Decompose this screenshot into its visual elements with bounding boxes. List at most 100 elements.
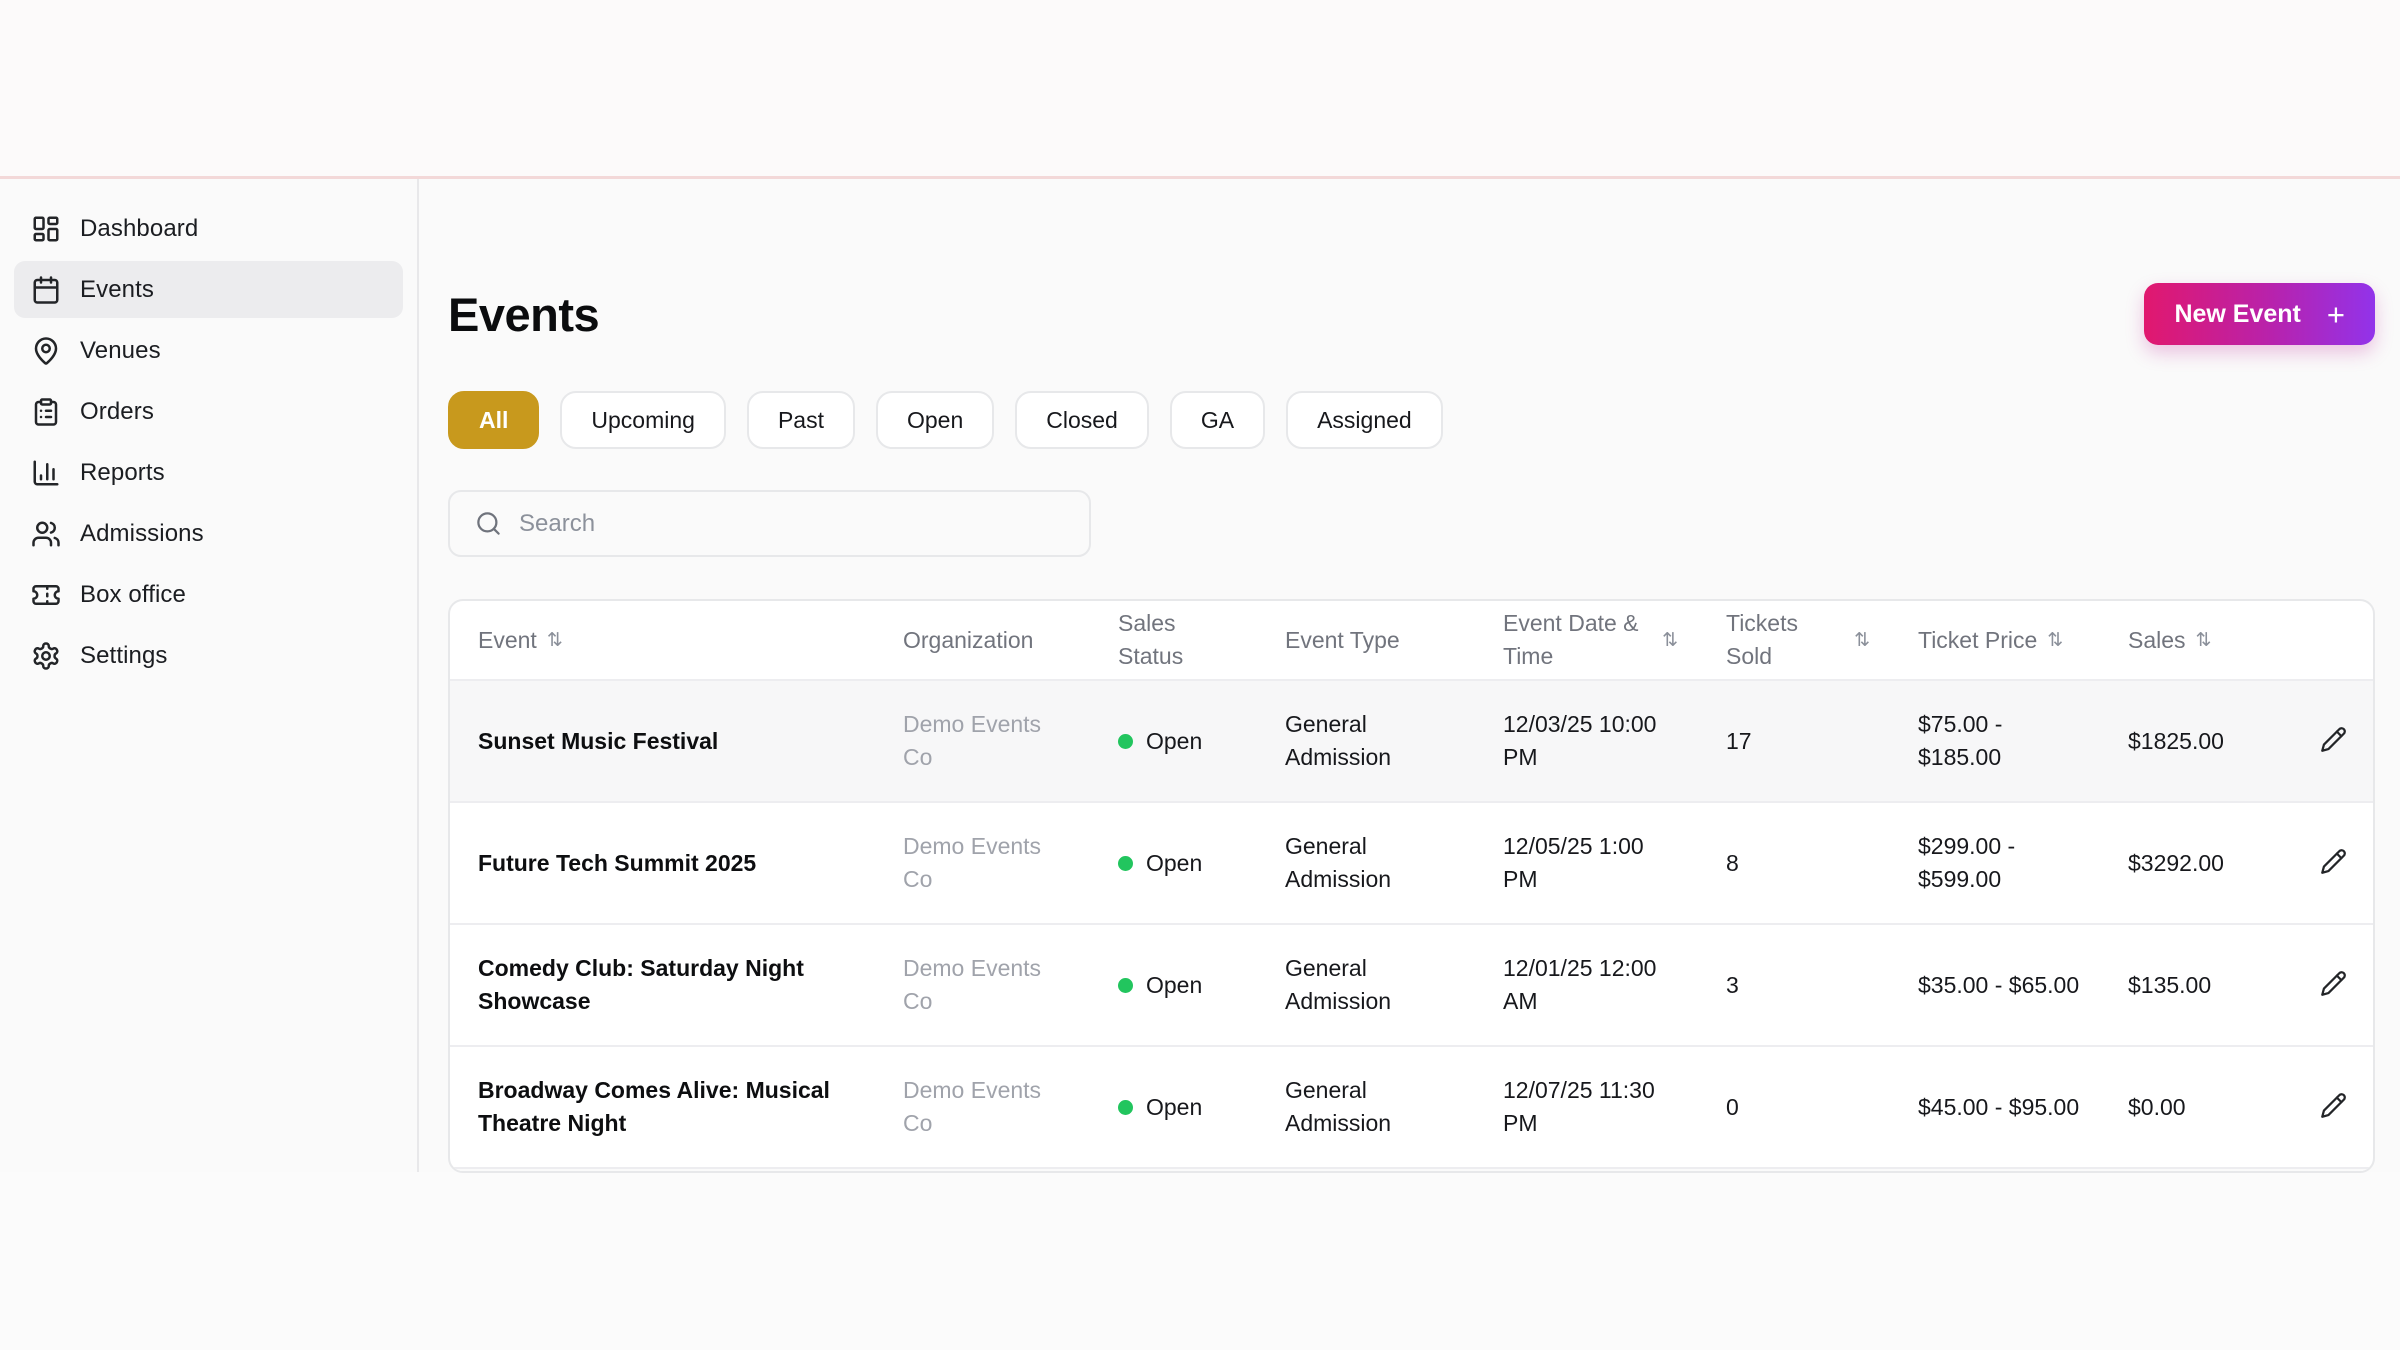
- column-header-sales-status[interactable]: Sales Status: [1090, 607, 1257, 673]
- sidebar-item-label: Venues: [80, 336, 161, 364]
- sidebar-item-label: Dashboard: [80, 214, 199, 242]
- column-header-tickets-sold[interactable]: Tickets Sold ⇅: [1698, 607, 1890, 673]
- new-event-label: New Event: [2174, 299, 2301, 328]
- filter-pill-past[interactable]: Past: [746, 391, 855, 449]
- cell-event-type: General Admission: [1285, 955, 1392, 1014]
- cell-date-time: 12/03/25 10:00 PM: [1503, 711, 1657, 770]
- filter-pill-assigned[interactable]: Assigned: [1286, 391, 1443, 449]
- cell-event-type: General Admission: [1285, 833, 1392, 892]
- filter-pill-closed[interactable]: Closed: [1015, 391, 1149, 449]
- sidebar-item-dashboard[interactable]: Dashboard: [14, 200, 403, 257]
- column-header-ticket-price[interactable]: Ticket Price ⇅: [1890, 624, 2100, 657]
- cell-ticket-price: $35.00 - $65.00: [1918, 971, 2080, 998]
- sidebar-item-reports[interactable]: Reports: [14, 444, 403, 501]
- table-clipped-footer: [450, 1167, 2373, 1171]
- column-header-event[interactable]: Event ⇅: [450, 624, 875, 657]
- cell-tickets-sold: 3: [1726, 971, 1739, 998]
- cell-sales: $135.00: [2128, 971, 2212, 998]
- sort-icon[interactable]: ⇅: [1854, 624, 1870, 657]
- sidebar-item-admissions[interactable]: Admissions: [14, 505, 403, 562]
- table-header-row: Event ⇅ Organization Sales Status Event …: [450, 601, 2373, 679]
- column-header-label: Event Type: [1285, 626, 1400, 653]
- browser-top-whitespace: [0, 0, 2400, 176]
- cell-organization: Demo Events Co: [903, 711, 1042, 770]
- column-header-event-type[interactable]: Event Type: [1257, 624, 1475, 657]
- edit-event-button[interactable]: [2314, 842, 2353, 884]
- cell-event-type: General Admission: [1285, 1077, 1392, 1136]
- sort-icon[interactable]: ⇅: [2196, 624, 2212, 657]
- column-header-label: Organization: [903, 626, 1034, 653]
- cell-date-time: 12/01/25 12:00 AM: [1503, 955, 1657, 1014]
- calendar-icon: [31, 275, 61, 305]
- filter-pill-upcoming[interactable]: Upcoming: [560, 391, 726, 449]
- column-header-organization[interactable]: Organization: [875, 624, 1090, 657]
- cell-event-name: Sunset Music Festival: [478, 727, 719, 754]
- sidebar-item-label: Events: [80, 275, 154, 303]
- pencil-icon: [2320, 726, 2347, 753]
- filter-pill-all[interactable]: All: [448, 391, 540, 449]
- users-icon: [31, 519, 61, 549]
- edit-event-button[interactable]: [2314, 720, 2353, 762]
- sidebar-item-orders[interactable]: Orders: [14, 383, 403, 440]
- search-input[interactable]: [519, 509, 1064, 538]
- cell-sales: $1825.00: [2128, 727, 2224, 754]
- sidebar-item-events[interactable]: Events: [14, 261, 403, 318]
- column-header-label: Event: [478, 626, 537, 653]
- pencil-icon: [2320, 970, 2347, 997]
- cell-ticket-price: $75.00 - $185.00: [1918, 711, 2003, 770]
- page-header: Events New Event +: [448, 283, 2375, 345]
- status-dot: [1118, 977, 1133, 993]
- table-row[interactable]: Broadway Comes Alive: Musical Theatre Ni…: [450, 1045, 2373, 1167]
- cell-event-type: General Admission: [1285, 711, 1392, 770]
- cell-sales: $0.00: [2128, 1093, 2186, 1120]
- edit-event-button[interactable]: [2314, 964, 2353, 1006]
- filter-pills: All Upcoming Past Open Closed GA Assigned: [448, 391, 2375, 449]
- cell-event-name: Broadway Comes Alive: Musical Theatre Ni…: [478, 1077, 830, 1136]
- page-title: Events: [448, 287, 600, 341]
- dashboard-icon: [31, 214, 61, 244]
- sidebar-item-label: Settings: [80, 641, 168, 669]
- pencil-icon: [2320, 848, 2347, 875]
- search-icon: [475, 510, 502, 537]
- column-header-label: Ticket Price: [1918, 626, 2038, 653]
- browser-bottom-whitespace: [0, 1172, 2400, 1350]
- cell-tickets-sold: 17: [1726, 727, 1752, 754]
- sidebar-item-settings[interactable]: Settings: [14, 627, 403, 684]
- search-box[interactable]: [448, 490, 1091, 557]
- cell-ticket-price: $45.00 - $95.00: [1918, 1093, 2080, 1120]
- status-label: Open: [1146, 971, 1203, 998]
- column-header-event-date-time[interactable]: Event Date & Time ⇅: [1475, 607, 1698, 673]
- bar-chart-icon: [31, 458, 61, 488]
- status-label: Open: [1146, 849, 1203, 876]
- new-event-button[interactable]: New Event +: [2144, 283, 2375, 345]
- status-dot: [1118, 733, 1133, 749]
- table-row[interactable]: Comedy Club: Saturday Night Showcase Dem…: [450, 923, 2373, 1045]
- cell-organization: Demo Events Co: [903, 1077, 1042, 1136]
- table-row[interactable]: Future Tech Summit 2025 Demo Events Co O…: [450, 801, 2373, 923]
- sort-icon[interactable]: ⇅: [1662, 624, 1678, 657]
- events-table: Event ⇅ Organization Sales Status Event …: [448, 599, 2375, 1173]
- cell-event-name: Future Tech Summit 2025: [478, 849, 757, 876]
- filter-pill-open[interactable]: Open: [875, 391, 995, 449]
- edit-event-button[interactable]: [2314, 1086, 2353, 1128]
- filter-pill-ga[interactable]: GA: [1169, 391, 1266, 449]
- status-dot: [1118, 855, 1133, 871]
- cell-ticket-price: $299.00 - $599.00: [1918, 833, 2016, 892]
- sort-icon[interactable]: ⇅: [2047, 624, 2063, 657]
- sidebar-item-label: Orders: [80, 397, 154, 425]
- cell-sales: $3292.00: [2128, 849, 2224, 876]
- plus-icon: +: [2326, 296, 2345, 332]
- column-header-label: Event Date & Time: [1503, 610, 1639, 669]
- cell-tickets-sold: 8: [1726, 849, 1739, 876]
- sort-icon[interactable]: ⇅: [547, 624, 563, 657]
- sidebar-item-venues[interactable]: Venues: [14, 322, 403, 379]
- status-label: Open: [1146, 727, 1203, 754]
- column-header-label: Sales Status: [1118, 610, 1184, 669]
- cell-sales-status: Open: [1090, 1091, 1257, 1124]
- column-header-sales[interactable]: Sales ⇅: [2100, 624, 2286, 657]
- cell-organization: Demo Events Co: [903, 833, 1042, 892]
- cell-date-time: 12/07/25 11:30 PM: [1503, 1077, 1655, 1136]
- sidebar-item-label: Admissions: [80, 519, 204, 547]
- table-row[interactable]: Sunset Music Festival Demo Events Co Ope…: [450, 679, 2373, 801]
- sidebar-item-box-office[interactable]: Box office: [14, 566, 403, 623]
